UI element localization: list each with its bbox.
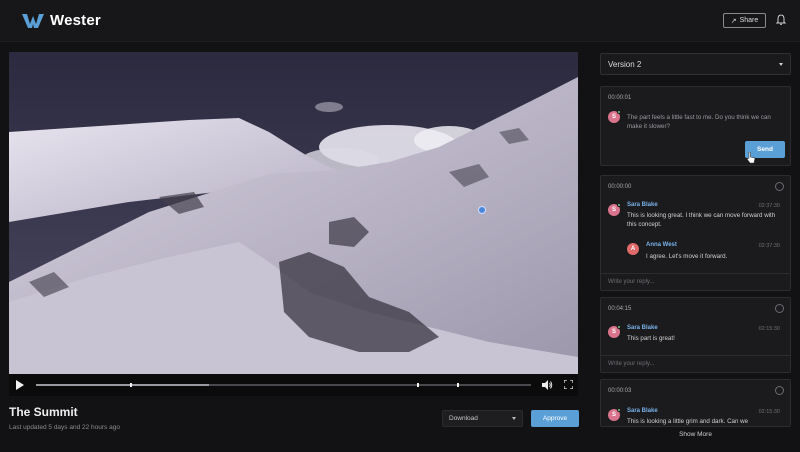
chevron-down-icon <box>779 63 783 66</box>
comment-text: I agree. Let's move it forward. <box>646 253 728 260</box>
comment-timestamp[interactable]: 00:00:00 <box>608 184 631 190</box>
comment-timestamp[interactable]: 00:00:01 <box>608 95 631 101</box>
comment-thread: 00:00:00 S Sara Blake 02:37:30 This is l… <box>600 175 791 291</box>
progress-track[interactable] <box>36 383 531 387</box>
comment-timestamp[interactable]: 00:04:15 <box>608 306 631 312</box>
resolve-check-icon[interactable] <box>775 386 784 395</box>
last-updated: Last updated 5 days and 22 hours ago <box>9 424 120 431</box>
comment-time: 02:15:30 <box>758 326 780 332</box>
comment-tick[interactable] <box>130 383 133 387</box>
version-select[interactable]: Version 2 <box>600 53 791 75</box>
video-player[interactable] <box>9 52 578 396</box>
avatar: S <box>608 203 621 216</box>
comment-text: This is looking great. I think we can mo… <box>627 212 776 228</box>
comment-marker-dot[interactable] <box>478 206 486 214</box>
online-status-dot <box>617 203 621 207</box>
resolve-check-icon[interactable] <box>775 304 784 313</box>
reply-placeholder: Write your reply... <box>608 361 655 367</box>
share-button[interactable]: ↗ Share <box>723 13 766 28</box>
reply-input[interactable]: Write your reply... <box>601 273 790 290</box>
avatar: A <box>627 243 639 255</box>
comment-thread: 00:04:15 S Sara Blake 02:15:30 This part… <box>600 297 791 373</box>
online-status-dot <box>617 408 621 412</box>
app-name[interactable]: Wester <box>50 12 101 29</box>
bell-icon[interactable] <box>776 14 786 26</box>
version-label: Version 2 <box>608 59 642 69</box>
fullscreen-icon[interactable] <box>564 380 573 389</box>
comment-author[interactable]: Anna West <box>646 242 677 248</box>
video-title: The Summit <box>9 405 78 419</box>
comment-time: 02:37:30 <box>758 243 780 249</box>
online-status-dot <box>617 110 621 114</box>
show-more-button[interactable]: Show More <box>600 431 791 438</box>
chevron-down-icon <box>512 417 516 420</box>
comment-thread: 00:00:03 S Sara Blake 02:15:30 This is l… <box>600 379 791 427</box>
download-label: Download <box>449 415 478 422</box>
play-icon[interactable] <box>16 380 24 390</box>
comment-time: 02:15:30 <box>758 409 780 415</box>
comment-tick[interactable] <box>456 383 459 387</box>
avatar: S <box>608 110 621 123</box>
volume-icon[interactable] <box>542 380 553 390</box>
wester-logo-icon[interactable] <box>22 13 44 29</box>
player-controls <box>9 374 578 396</box>
avatar: S <box>608 408 621 421</box>
reply-input[interactable]: Write your reply... <box>601 355 790 372</box>
comment-author[interactable]: Sara Blake <box>627 202 658 208</box>
share-label: Share <box>739 17 759 24</box>
comment-draft-input[interactable]: The part feels a little fast to me. Do y… <box>627 113 782 131</box>
comment-time: 02:37:30 <box>758 203 780 209</box>
comment-tick[interactable] <box>417 383 420 387</box>
comment-author[interactable]: Sara Blake <box>627 408 658 414</box>
video-frame-mountain[interactable] <box>9 52 578 374</box>
top-bar: Wester ↗ Share <box>0 0 800 42</box>
comment-timestamp[interactable]: 00:00:03 <box>608 388 631 394</box>
download-dropdown[interactable]: Download <box>442 410 523 427</box>
progress-fill <box>36 384 210 386</box>
comment-author[interactable]: Sara Blake <box>627 325 658 331</box>
comment-text: This is looking a little grim and dark. … <box>627 418 749 425</box>
avatar: S <box>608 325 621 338</box>
mouse-cursor-icon <box>747 152 756 164</box>
arrow-up-right-icon: ↗ <box>730 17 737 25</box>
approve-button[interactable]: Approve <box>531 410 579 427</box>
online-status-dot <box>617 325 621 329</box>
comment-text: This part is great! <box>627 335 675 342</box>
reply-placeholder: Write your reply... <box>608 279 655 285</box>
resolve-check-icon[interactable] <box>775 182 784 191</box>
